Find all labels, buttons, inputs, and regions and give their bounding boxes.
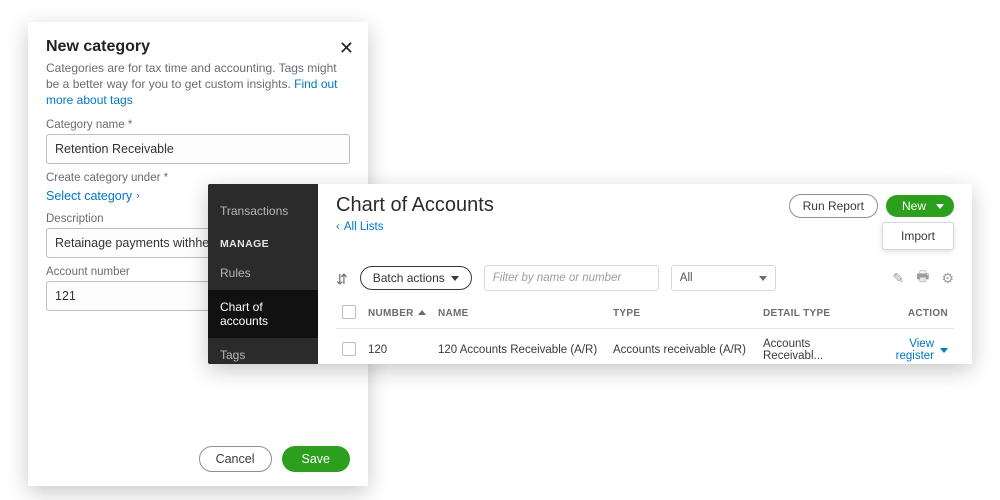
import-menu-item[interactable]: Import bbox=[882, 222, 954, 250]
accounts-table: NUMBER NAME TYPE DETAIL TYPE ACTION 120 … bbox=[336, 299, 954, 364]
category-name-label: Category name * bbox=[46, 119, 350, 131]
col-type[interactable]: TYPE bbox=[607, 299, 757, 329]
table-controls: ⇵ Batch actions All ✎ 🖶 ⚙ bbox=[336, 265, 954, 291]
col-name[interactable]: NAME bbox=[432, 299, 607, 329]
main-panel: Chart of Accounts ‹ All Lists Run Report… bbox=[318, 184, 972, 364]
sidebar-item-rules[interactable]: Rules bbox=[208, 256, 318, 290]
caret-down-icon bbox=[940, 348, 948, 353]
col-action: ACTION bbox=[868, 299, 954, 329]
batch-actions-label: Batch actions bbox=[373, 271, 445, 285]
sidebar-heading-manage: MANAGE bbox=[208, 228, 318, 256]
pencil-icon[interactable]: ✎ bbox=[892, 270, 904, 287]
select-category-text: Select category bbox=[46, 189, 132, 203]
table-row: 120 120 Accounts Receivable (A/R) Accoun… bbox=[336, 329, 954, 365]
new-button[interactable]: New bbox=[886, 195, 954, 217]
category-name-input[interactable] bbox=[46, 134, 350, 164]
new-button-label: New bbox=[902, 199, 926, 213]
col-number[interactable]: NUMBER bbox=[368, 308, 414, 319]
caret-down-icon bbox=[759, 276, 767, 281]
chevron-right-icon: › bbox=[136, 190, 140, 202]
cell-number: 120 bbox=[362, 329, 432, 365]
app-window: Transactions MANAGE Rules Chart of accou… bbox=[208, 184, 972, 364]
caret-down-icon bbox=[451, 276, 459, 281]
view-register-text: View register bbox=[874, 338, 934, 362]
filter-all-select[interactable]: All bbox=[671, 265, 776, 291]
sort-asc-icon bbox=[418, 310, 426, 315]
col-detail[interactable]: DETAIL TYPE bbox=[757, 299, 868, 329]
row-checkbox[interactable] bbox=[342, 342, 356, 356]
back-link-text: All Lists bbox=[344, 221, 384, 233]
sidebar-item-tags[interactable]: Tags bbox=[208, 338, 318, 364]
view-register-link[interactable]: View register bbox=[874, 338, 948, 362]
create-under-label: Create category under * bbox=[46, 172, 350, 184]
sidebar-item-chart-of-accounts[interactable]: Chart of accounts bbox=[208, 290, 318, 338]
filter-input[interactable] bbox=[484, 265, 659, 291]
cancel-button[interactable]: Cancel bbox=[199, 446, 272, 472]
sidebar: Transactions MANAGE Rules Chart of accou… bbox=[208, 184, 318, 364]
print-icon[interactable]: 🖶 bbox=[916, 266, 929, 290]
cell-type: Accounts receivable (A/R) bbox=[607, 329, 757, 365]
dialog-title: New category bbox=[46, 38, 350, 56]
cell-name: 120 Accounts Receivable (A/R) bbox=[432, 329, 607, 365]
filter-all-label: All bbox=[680, 272, 693, 284]
save-button[interactable]: Save bbox=[282, 446, 351, 472]
chevron-left-icon: ‹ bbox=[336, 221, 340, 233]
run-report-button[interactable]: Run Report bbox=[789, 194, 878, 218]
select-category-link[interactable]: Select category › bbox=[46, 189, 140, 203]
select-all-checkbox[interactable] bbox=[342, 305, 356, 319]
sidebar-item-transactions[interactable]: Transactions bbox=[208, 194, 318, 228]
close-icon[interactable]: ✕ bbox=[339, 38, 354, 59]
cell-detail: Accounts Receivabl... bbox=[757, 329, 868, 365]
back-all-lists-link[interactable]: ‹ All Lists bbox=[336, 221, 383, 233]
batch-actions-button[interactable]: Batch actions bbox=[360, 266, 472, 290]
caret-down-icon bbox=[936, 204, 944, 209]
gear-icon[interactable]: ⚙ bbox=[941, 270, 954, 287]
dialog-subtext: Categories are for tax time and accounti… bbox=[46, 60, 350, 109]
sort-icon[interactable]: ⇵ bbox=[336, 271, 348, 288]
